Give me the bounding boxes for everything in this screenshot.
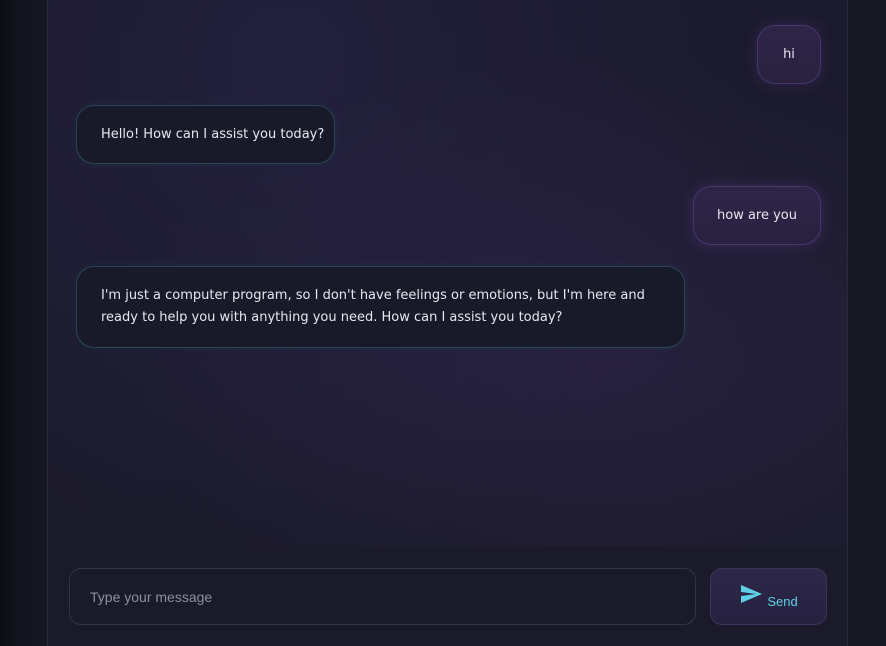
assistant-message: I'm just a computer program, so I don't … xyxy=(76,266,685,348)
message-input[interactable] xyxy=(69,568,696,625)
assistant-message: Hello! How can I assist you today? xyxy=(76,105,335,164)
user-message: how are you xyxy=(693,186,821,245)
message-list: hi Hello! How can I assist you today? ho… xyxy=(48,0,847,546)
send-label: Send xyxy=(767,594,798,609)
paper-plane-icon xyxy=(739,582,763,606)
composer-bar: Send xyxy=(48,546,847,646)
page: hi Hello! How can I assist you today? ho… xyxy=(0,0,886,646)
user-message: hi xyxy=(757,25,821,84)
send-button[interactable]: Send xyxy=(710,568,827,625)
chat-panel: hi Hello! How can I assist you today? ho… xyxy=(47,0,848,646)
